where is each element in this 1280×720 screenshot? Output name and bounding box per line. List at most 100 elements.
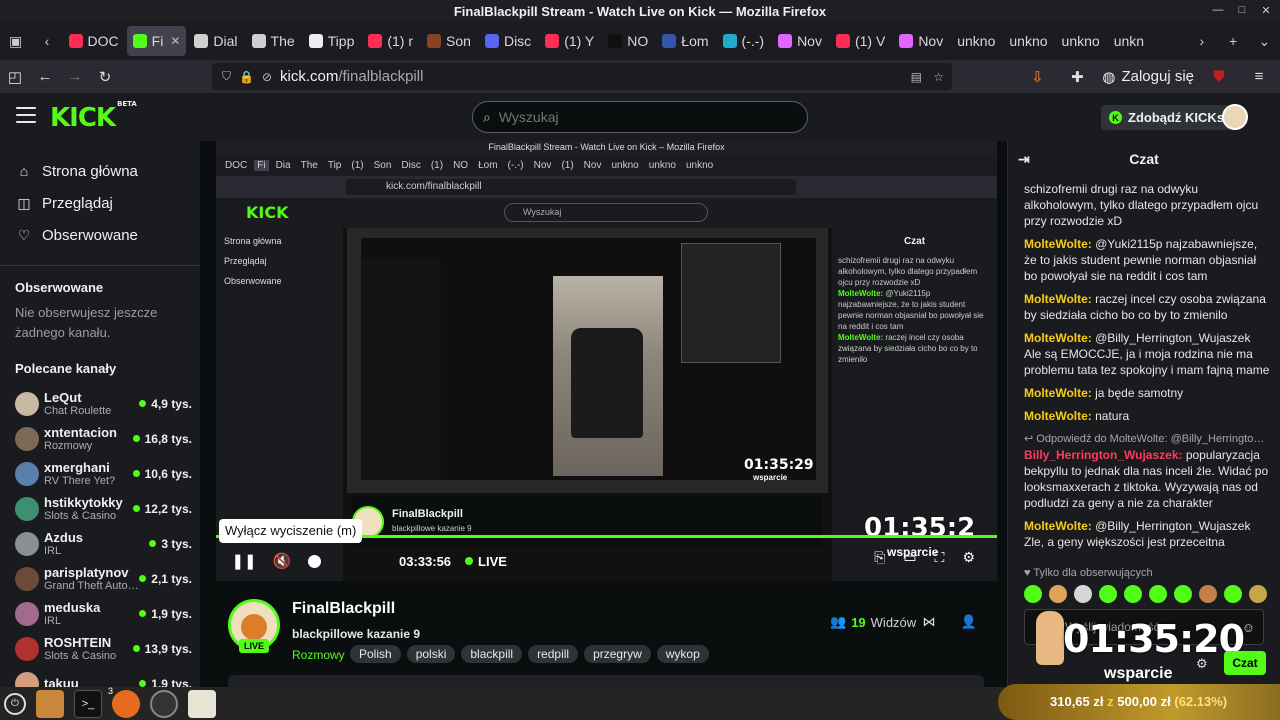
sidebar-toggle-icon[interactable]: ◰ [0,62,30,92]
fullscreen-icon[interactable]: ⛶ [935,549,945,566]
stream-tag[interactable]: blackpill [461,645,523,663]
scroll-tabs-left-icon[interactable]: ‹ [31,25,62,57]
sidebar-item-browse[interactable]: ◫ Przeglądaj [16,187,200,219]
scroll-tabs-right-icon[interactable]: › [1186,25,1217,57]
extensions-puzzle-icon[interactable]: ✚ [1062,62,1092,92]
browser-tab[interactable]: Tipp [303,26,361,56]
bookmark-star-icon[interactable]: ☆ [933,70,944,84]
stream-category[interactable]: Rozmowy [292,648,345,662]
maximize-icon[interactable]: □ [1234,2,1250,18]
recommended-channel[interactable]: ROSHTEIN Slots & Casino 13,9 tys. [15,631,192,666]
browser-tab[interactable]: Nov [772,26,828,56]
terminal-icon[interactable]: >_ [74,689,102,718]
emote-icon[interactable] [1074,585,1092,603]
volume-slider-handle[interactable] [308,554,321,568]
search-box[interactable]: ⌕ [472,101,808,133]
hamburger-menu-icon[interactable] [16,107,36,128]
chat-username[interactable]: MolteWolte: [1024,386,1092,400]
stream-tag[interactable]: redpill [528,645,579,663]
chat-username[interactable]: MolteWolte: [1024,331,1092,345]
chat-username[interactable]: Billy_Herrington_Wujaszek: [1024,448,1182,462]
channel-name[interactable]: FinalBlackpill [292,600,395,618]
browser-tab[interactable]: unkno [1003,26,1053,56]
sidebar-item-following[interactable]: ♡ Obserwowane [16,219,200,251]
sidebar-item-home[interactable]: ⌂ Strona główna [16,155,200,187]
stream-tag[interactable]: Polish [350,645,401,663]
get-kicks-button[interactable]: K Zdobądź KICKs [1101,105,1233,130]
permissions-icon[interactable]: ⊘ [262,70,272,84]
browser-tab[interactable]: unkno [1056,26,1106,56]
user-avatar[interactable] [1222,104,1248,130]
downloads-icon[interactable]: ⇩ [1022,62,1052,92]
recommended-channel[interactable]: meduska IRL 1,9 tys. [15,596,192,631]
browser-tab[interactable]: NO [602,26,654,56]
browser-tab[interactable]: (-.-) [717,26,771,56]
clip-icon[interactable]: ⎘ [874,549,885,566]
emote-icon[interactable] [1199,585,1217,603]
browser-tab[interactable]: (1) V [830,26,891,56]
collapse-chat-icon[interactable]: ⇥ [1018,151,1030,168]
browser-tab[interactable]: unkn [1108,26,1150,56]
browser-tab[interactable]: The [246,26,301,56]
obs-icon[interactable] [150,689,178,718]
browser-tab[interactable]: Nov [893,26,949,56]
text-editor-icon[interactable] [188,689,216,718]
firefox-icon[interactable]: 3 [108,686,140,718]
recommended-channel[interactable]: Azdus IRL 3 tys. [15,526,192,561]
chat-username[interactable]: MolteWolte: [1024,409,1092,423]
forward-icon[interactable]: → [60,62,90,92]
recommended-channel[interactable]: LeQut Chat Roulette 4,9 tys. [15,386,192,421]
chat-username[interactable]: MolteWolte: [1024,519,1092,533]
browser-tab[interactable]: Łom [656,26,714,56]
file-manager-icon[interactable] [36,689,64,718]
close-window-icon[interactable]: ✕ [1258,2,1274,18]
recommended-channel[interactable]: xntentacion Rozmowy 16,8 tys. [15,421,192,456]
share-icon[interactable]: ⋈ [920,613,938,631]
close-tab-icon[interactable]: ✕ [170,34,180,48]
emote-icon[interactable] [1149,585,1167,603]
chat-username[interactable]: MolteWolte: [1024,237,1092,251]
login-button[interactable]: ◍ Zaloguj się [1102,68,1194,86]
shield-icon[interactable]: ⛉ [222,69,231,84]
chat-send-button[interactable]: Czat [1224,651,1266,675]
chat-settings-icon[interactable]: ⚙ [1196,656,1208,672]
new-tab-icon[interactable]: + [1217,25,1248,57]
browser-tab[interactable]: (1) r [362,26,419,56]
recommended-channel[interactable]: hstikkytokky Slots & Casino 12,2 tys. [15,491,192,526]
browser-tab[interactable]: DOC [63,26,125,56]
settings-gear-icon[interactable]: ⚙ [962,549,975,566]
emote-icon[interactable] [1249,585,1267,603]
reload-icon[interactable]: ↻ [90,62,120,92]
emote-icon[interactable] [1174,585,1192,603]
emote-icon[interactable] [1224,585,1242,603]
browser-tab[interactable]: (1) Y [539,26,600,56]
tab-overflow-icon[interactable]: ⌄ [1249,25,1280,57]
search-input[interactable] [498,109,779,125]
emote-icon[interactable] [1049,585,1067,603]
emote-icon[interactable] [1024,585,1042,603]
url-bar[interactable]: ⛉ 🔒 ⊘ kick.com/finalblackpill ▤ ☆ [212,63,952,90]
kick-logo[interactable]: KICK BETA [50,100,137,133]
browser-tab[interactable]: Son [421,26,477,56]
stream-tag[interactable]: przegryw [584,645,651,663]
stream-tag[interactable]: polski [406,645,456,663]
lock-icon[interactable]: 🔒 [239,70,254,84]
system-menu-icon[interactable]: ⏻ [4,692,26,715]
menu-icon[interactable]: ≡ [1244,62,1274,92]
stream-tag[interactable]: wykop [656,645,709,663]
recommended-channel[interactable]: xmerghani RV There Yet? 10,6 tys. [15,456,192,491]
ublock-icon[interactable]: ⛊ [1204,62,1234,92]
emote-icon[interactable] [1099,585,1117,603]
pause-icon[interactable]: ❚❚ [231,549,256,573]
browser-tab[interactable]: Fi ✕ [126,26,187,56]
recommended-channel[interactable]: parisplatynov Grand Theft Auto ... 2,1 tys… [15,561,192,596]
theater-mode-icon[interactable]: ▭ [903,549,916,566]
browser-tab[interactable]: Dial [188,26,243,56]
video-player[interactable]: FinalBlackpill Stream - Watch Live on Ki… [216,141,997,581]
emote-icon[interactable] [1124,585,1142,603]
muted-volume-icon[interactable]: 🔇 [270,549,294,573]
browser-tab[interactable]: unkno [951,26,1001,56]
browser-tab[interactable]: Disc [479,26,537,56]
minimize-icon[interactable]: — [1210,2,1226,18]
back-icon[interactable]: ← [30,62,60,92]
